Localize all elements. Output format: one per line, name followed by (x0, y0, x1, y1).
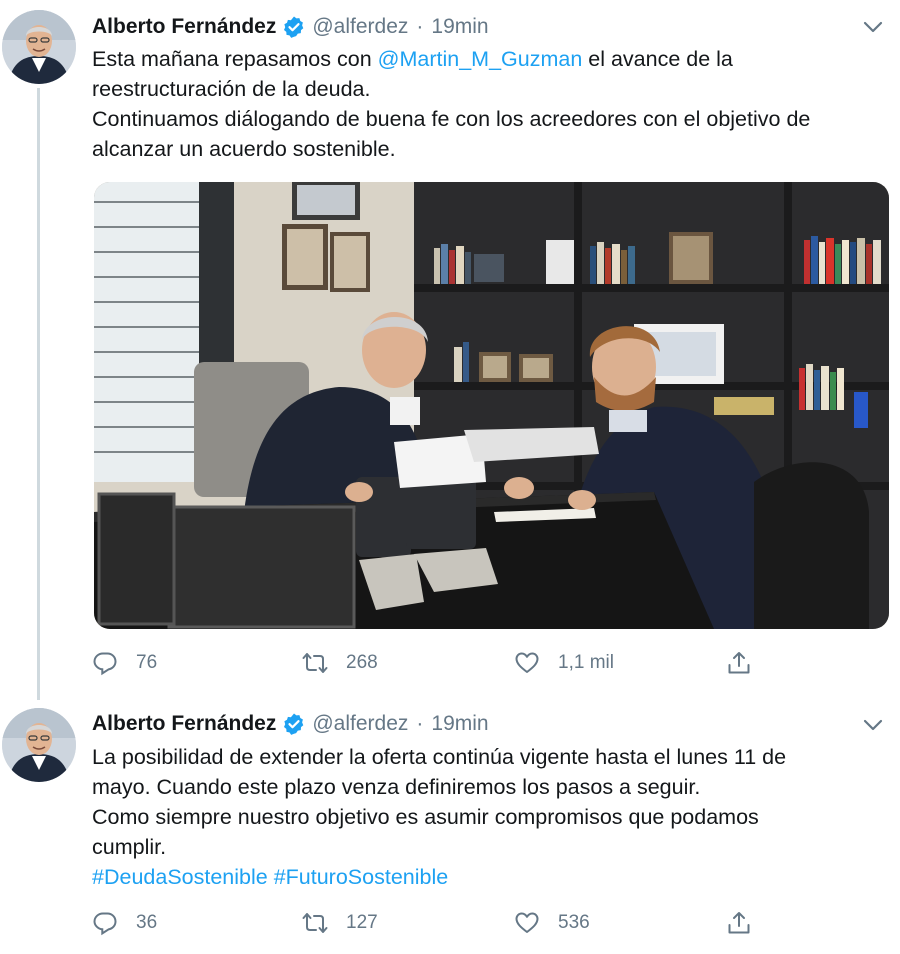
chevron-down-icon[interactable] (860, 714, 886, 736)
retweet-count: 127 (346, 912, 378, 933)
reply-count: 76 (136, 652, 158, 673)
like-count: 1,1 mil (558, 652, 614, 673)
tweet-header: Alberto Fernández @alferdez · 19min (92, 709, 489, 739)
tweet-text: Esta mañana repasamos con @Martin_M_Guzm… (92, 44, 892, 164)
author-name[interactable]: Alberto Fernández (92, 15, 276, 39)
verified-badge-icon (284, 713, 304, 735)
tweet-text-line: Esta mañana repasamos con @Martin_M_Guzm… (92, 44, 892, 74)
verified-badge-icon (284, 16, 304, 38)
share-icon (728, 912, 750, 934)
like-icon (515, 912, 539, 933)
retweet-icon (302, 913, 328, 933)
tweet-text-line: Como siempre nuestro objetivo es asumir … (92, 805, 759, 829)
reply-button[interactable]: 76 (92, 650, 302, 676)
like-button[interactable]: 1,1 mil (514, 650, 726, 676)
reply-button[interactable]: 36 (92, 910, 302, 936)
tweet-timestamp[interactable]: 19min (431, 712, 488, 736)
retweet-icon (302, 653, 328, 673)
author-name[interactable]: Alberto Fernández (92, 712, 276, 736)
office-meeting-photo (94, 182, 889, 629)
chevron-down-icon[interactable] (860, 16, 886, 38)
hashtag-link[interactable]: #FuturoSostenible (274, 865, 449, 889)
tweet[interactable]: Alberto Fernández @alferdez · 19min Esta… (0, 0, 900, 700)
retweet-button[interactable]: 127 (302, 910, 514, 936)
tweet-text-line: Continuamos diálogando de buena fe con l… (92, 107, 811, 131)
mention-link[interactable]: @Martin_M_Guzman (378, 47, 583, 71)
separator-dot: · (416, 712, 424, 735)
text-segment: Esta mañana repasamos con (92, 47, 378, 71)
author-handle[interactable]: @alferdez (312, 15, 408, 39)
tweet-photo[interactable] (94, 182, 889, 629)
tweet-text-line: mayo. Cuando este plazo venza definiremo… (92, 775, 701, 799)
separator-dot: · (416, 15, 424, 38)
tweet-actions: 76 268 1,1 mil (92, 648, 752, 678)
tweet-actions: 36 127 536 (92, 908, 752, 938)
hashtag-link[interactable]: #DeudaSostenible (92, 865, 268, 889)
share-button[interactable] (726, 650, 752, 676)
tweet-text-line: La posibilidad de extender la oferta con… (92, 745, 787, 769)
share-icon (728, 652, 750, 674)
tweet-text-line: alcanzar un acuerdo sostenible. (92, 137, 396, 161)
tweet-header: Alberto Fernández @alferdez · 19min (92, 12, 489, 42)
like-icon (515, 652, 539, 673)
tweet-timestamp[interactable]: 19min (431, 15, 488, 39)
share-button[interactable] (726, 910, 752, 936)
like-button[interactable]: 536 (514, 910, 726, 936)
hashtag-line: #DeudaSostenible #FuturoSostenible (92, 862, 892, 892)
retweet-count: 268 (346, 652, 378, 673)
text-segment: el avance de la (582, 47, 733, 71)
reply-icon (93, 912, 117, 936)
tweet-text-line: reestructuración de la deuda. (92, 77, 371, 101)
author-handle[interactable]: @alferdez (312, 712, 408, 736)
retweet-button[interactable]: 268 (302, 650, 514, 676)
reply-count: 36 (136, 912, 158, 933)
reply-icon (93, 652, 117, 676)
tweet[interactable]: Alberto Fernández @alferdez · 19min La p… (0, 700, 900, 954)
tweet-text-line: cumplir. (92, 835, 167, 859)
avatar[interactable] (2, 708, 76, 782)
like-count: 536 (558, 912, 590, 933)
tweet-text: La posibilidad de extender la oferta con… (92, 742, 892, 892)
avatar[interactable] (2, 10, 76, 84)
